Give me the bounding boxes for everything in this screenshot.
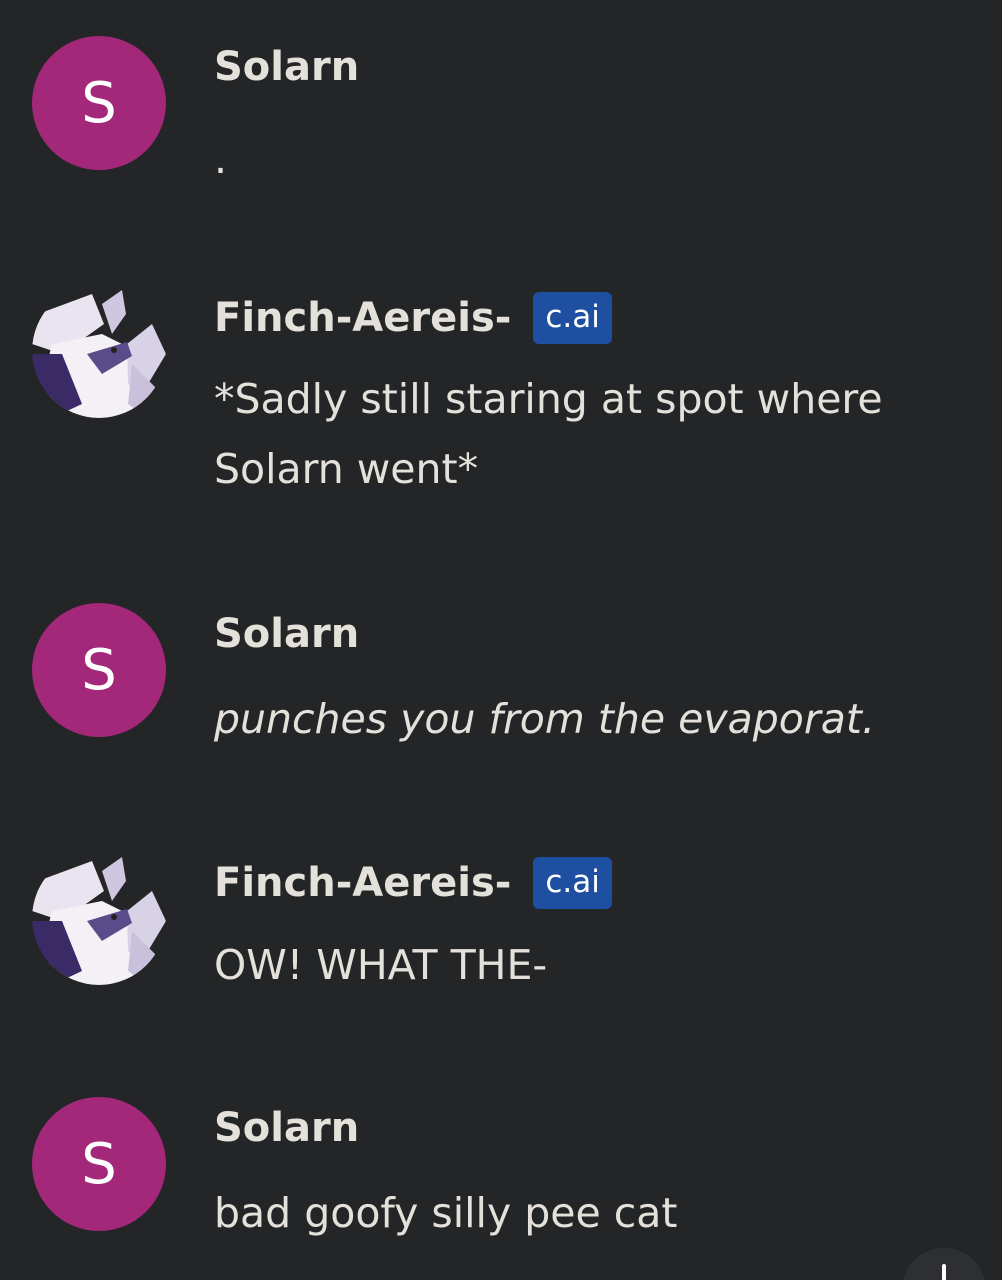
message-header: Finch-Aereis- c.ai	[214, 292, 612, 344]
author-name[interactable]: Finch-Aereis-	[214, 860, 511, 906]
avatar[interactable]: S	[32, 36, 166, 170]
character-avatar-image	[32, 284, 166, 418]
ai-badge: c.ai	[533, 292, 612, 344]
message-text: *Sadly still staring at spot where Solar…	[214, 375, 883, 493]
message-text: bad goofy silly pee cat	[214, 1189, 678, 1237]
arrow-down-icon	[942, 1264, 946, 1280]
character-avatar-image	[32, 851, 166, 985]
message-header: Finch-Aereis- c.ai	[214, 857, 612, 909]
author-name[interactable]: Solarn	[214, 611, 359, 657]
avatar-letter: S	[81, 1131, 117, 1197]
character-avatar[interactable]	[32, 851, 166, 985]
message-text: OW! WHAT THE-	[214, 941, 548, 989]
character-avatar[interactable]	[32, 284, 166, 418]
message-header: Solarn	[214, 44, 359, 90]
avatar[interactable]: S	[32, 603, 166, 737]
message-header: Solarn	[214, 611, 359, 657]
avatar-letter: S	[81, 637, 117, 703]
message-text: .	[214, 135, 228, 183]
avatar[interactable]: S	[32, 1097, 166, 1231]
ai-badge: c.ai	[533, 857, 612, 909]
avatar-letter: S	[81, 70, 117, 136]
message-header: Solarn	[214, 1105, 359, 1151]
message-text: punches you from the evaporat.	[214, 695, 875, 743]
scroll-down-button[interactable]	[902, 1248, 986, 1280]
author-name[interactable]: Finch-Aereis-	[214, 295, 511, 341]
author-name[interactable]: Solarn	[214, 1105, 359, 1151]
author-name[interactable]: Solarn	[214, 44, 359, 90]
